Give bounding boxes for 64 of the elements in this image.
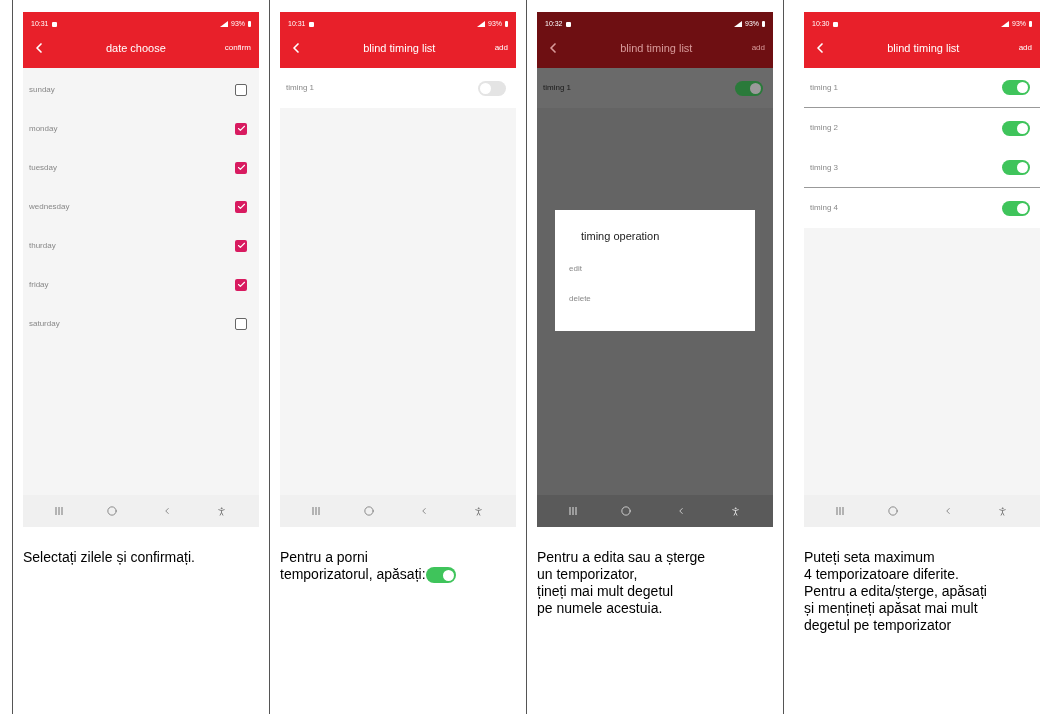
timer-label[interactable]: timing 1: [543, 82, 571, 94]
dialog-option[interactable]: edit: [569, 262, 741, 275]
screen-title: blind timing list: [887, 40, 960, 56]
battery-icon: [505, 21, 508, 27]
screen-title: date choose: [105, 40, 166, 56]
day-label: saturday: [29, 317, 60, 330]
day-label: wednesday: [29, 200, 70, 213]
day-checkbox[interactable]: [235, 278, 247, 291]
timer-label[interactable]: timing 1: [810, 81, 838, 94]
toggle-switch[interactable]: [478, 80, 506, 96]
toggle-switch[interactable]: [735, 80, 763, 96]
home-icon[interactable]: [364, 506, 375, 516]
caption-text: Selectați zilele și confirmați.: [23, 549, 195, 566]
accessibility-icon[interactable]: [215, 505, 227, 517]
toggle-switch[interactable]: [1002, 200, 1030, 216]
day-label: tuesday: [29, 161, 58, 174]
day-checkbox[interactable]: [235, 200, 247, 213]
dialog-title: timing operation: [580, 229, 661, 244]
day-checkbox[interactable]: [235, 83, 247, 96]
header-action-button[interactable]: add: [1018, 42, 1032, 54]
toggle-switch[interactable]: [1002, 80, 1030, 95]
signal-icon: [477, 21, 485, 27]
battery-icon: [762, 21, 765, 27]
notification-icon: [308, 21, 314, 27]
notification-icon: [832, 21, 838, 27]
timer-label[interactable]: timing 1: [286, 82, 314, 94]
recent-apps-icon[interactable]: [55, 507, 64, 515]
toggle-switch[interactable]: [1002, 120, 1030, 136]
day-label: sunday: [29, 83, 55, 96]
caption-text: Pentru a porni temporizatorul, apăsați:: [280, 549, 426, 583]
battery-icon: [1029, 21, 1032, 27]
accessibility-icon[interactable]: [729, 505, 741, 517]
screen-title: blind timing list: [620, 40, 693, 56]
day-label: friday: [29, 278, 49, 291]
caption-text: Puteți seta maximum 4 temporizatoare diferite. Pentru a edita/șterge, apăsați și mențineți apăsat mai mult degetul pe temporizator: [804, 549, 987, 634]
day-checkbox[interactable]: [235, 317, 247, 330]
timer-label[interactable]: timing 3: [810, 161, 838, 174]
signal-icon: [1001, 21, 1009, 27]
timer-label[interactable]: timing 4: [810, 202, 838, 214]
day-checkbox[interactable]: [235, 161, 247, 174]
accessibility-icon[interactable]: [996, 505, 1008, 517]
header-action-button[interactable]: add: [751, 42, 765, 54]
day-checkbox[interactable]: [235, 239, 247, 252]
accessibility-icon[interactable]: [472, 505, 484, 517]
recent-apps-icon[interactable]: [312, 507, 321, 515]
screen-title: blind timing list: [363, 40, 436, 56]
day-label: monday: [29, 122, 58, 135]
header-action-button[interactable]: add: [494, 42, 508, 54]
day-checkbox[interactable]: [235, 122, 247, 135]
toggle-switch[interactable]: [1002, 160, 1030, 175]
day-label: thurday: [29, 239, 56, 252]
caption-text: Pentru a edita sau a șterge un temporizator, țineți mai mult degetul pe numele acestuia.: [537, 549, 706, 617]
home-icon[interactable]: [888, 506, 899, 516]
battery-icon: [248, 21, 251, 27]
notification-icon: [51, 21, 57, 27]
home-icon[interactable]: [107, 506, 118, 516]
recent-apps-icon[interactable]: [836, 507, 845, 515]
timer-label[interactable]: timing 2: [810, 122, 838, 134]
toggle-switch[interactable]: [425, 567, 456, 583]
signal-icon: [734, 21, 742, 27]
notification-icon: [565, 21, 571, 27]
signal-icon: [220, 21, 228, 27]
header-action-button[interactable]: confirm: [224, 42, 251, 54]
dialog-option[interactable]: delete: [569, 292, 741, 305]
